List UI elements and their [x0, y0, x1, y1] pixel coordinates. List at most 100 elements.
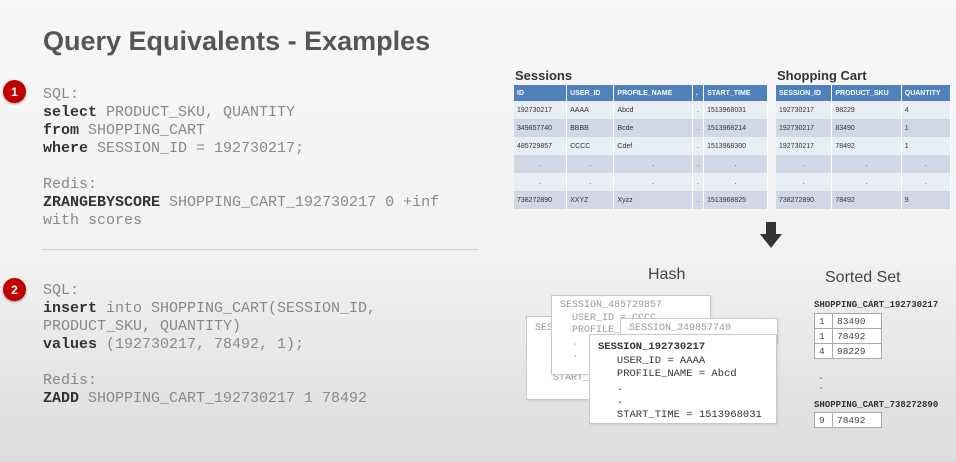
hash-key: SESSION_485729857 — [560, 300, 663, 311]
sql-text: PRODUCT_SKU, QUANTITY) — [43, 318, 242, 335]
table-cell: . — [613, 173, 693, 191]
table-cell: . — [831, 173, 902, 191]
sql-text: PRODUCT_SKU, QUANTITY — [97, 104, 296, 121]
table-cell: . — [692, 137, 705, 155]
sorted-set-table-2: 9 78492 — [814, 412, 882, 428]
column-header: USER_ID — [566, 85, 615, 101]
example-2-badge: 2 — [3, 278, 26, 301]
column-header: PRODUCT_SKU — [831, 85, 902, 101]
table-row: 738272890 78492 9 — [776, 191, 952, 209]
section-divider — [42, 249, 478, 250]
table-cell: . — [692, 101, 705, 119]
table-cell: . — [901, 155, 952, 173]
hash-field: . — [572, 350, 579, 361]
sql-text: SHOPPING_CART — [79, 122, 206, 139]
table-cell: Xyzz — [613, 191, 693, 209]
sorted-set-key-1: SHOPPING_CART_192730217 — [814, 300, 939, 310]
table-cell: . — [703, 155, 768, 173]
table-cell: . — [692, 155, 705, 173]
table-row: 192730217 78492 1 — [776, 137, 952, 155]
table-cell: . — [514, 173, 568, 191]
table-cell: 738272890 — [514, 191, 568, 209]
table-cell: 83490 — [831, 119, 902, 137]
sorted-set-table-1: 1 83490 1 78492 4 98229 — [814, 313, 882, 359]
table-row: 192730217 98229 4 — [776, 101, 952, 119]
member-cell: 83490 — [832, 313, 882, 329]
member-cell: 78492 — [832, 328, 882, 344]
table-row: ... — [776, 155, 952, 173]
redis-label: Redis: — [43, 372, 98, 389]
column-header: . — [692, 85, 705, 101]
sessions-title: Sessions — [515, 68, 573, 83]
redis-text: SHOPPING_CART_192730217 1 78492 — [79, 390, 368, 407]
sql-keyword: from — [43, 122, 80, 139]
table-cell: . — [692, 119, 705, 137]
table-cell: 1513968300 — [703, 137, 768, 155]
table-cell: . — [692, 173, 705, 191]
table-cell: 485729857 — [514, 137, 568, 155]
score-cell: 4 — [814, 343, 833, 359]
sql-keyword: values — [43, 336, 98, 353]
example-1-badge: 1 — [3, 80, 26, 103]
table-row: 192730217 AAAA Abcd. 1513968031 — [514, 101, 768, 119]
arrow-down-icon — [760, 222, 782, 248]
table-cell: 1 — [901, 119, 952, 137]
table-row: 192730217 83490 1 — [776, 119, 952, 137]
sql-text: (192730217, 78492, 1); — [97, 336, 305, 353]
hash-field: PROFILE_NAME = Abcd — [616, 368, 737, 380]
example-1-code: SQL: select PRODUCT_SKU, QUANTITY from S… — [43, 86, 439, 230]
table-cell: . — [703, 173, 768, 191]
redis-keyword: ZADD — [43, 390, 80, 407]
column-header: ID — [514, 85, 568, 101]
sql-label: SQL: — [43, 282, 80, 299]
table-row: ... — [776, 173, 952, 191]
hash-key: SESSION_192730217 — [598, 341, 706, 353]
shopping-cart-table: SESSION_ID PRODUCT_SKU QUANTITY 192730217 9… — [776, 85, 952, 209]
table-cell: . — [776, 155, 833, 173]
redis-text: with scores — [43, 212, 143, 229]
member-cell: 98229 — [832, 343, 882, 359]
column-header: PROFILE_NAME — [613, 85, 693, 101]
table-row: ..... — [514, 173, 768, 191]
table-cell: . — [566, 155, 615, 173]
sql-text: into SHOPPING_CART(SESSION_ID, — [97, 300, 377, 317]
table-cell: 4 — [901, 101, 952, 119]
column-header: SESSION_ID — [776, 85, 833, 101]
score-cell: 9 — [814, 412, 833, 428]
example-2-code: SQL: insert into SHOPPING_CART(SESSION_I… — [43, 282, 376, 408]
sql-label: SQL: — [43, 86, 80, 103]
table-cell: 1513968031 — [703, 101, 768, 119]
score-cell: 1 — [814, 328, 833, 344]
table-cell: . — [901, 173, 952, 191]
table-cell: 78492 — [831, 191, 902, 209]
hash-label: Hash — [648, 266, 686, 283]
sorted-set-entry: 1 83490 — [814, 313, 882, 329]
sql-keyword: where — [43, 140, 89, 157]
table-cell: 1513968214 — [703, 119, 768, 137]
table-cell: 192730217 — [776, 119, 833, 137]
table-cell: . — [566, 173, 615, 191]
sorted-set-label: Sorted Set — [825, 269, 901, 286]
table-cell: XXYZ — [566, 191, 615, 209]
table-cell: 1513968825 — [703, 191, 768, 209]
table-cell: Cdef — [613, 137, 693, 155]
hash-key: SESSION_349857740 — [629, 323, 732, 334]
redis-keyword: ZRANGEBYSCORE — [43, 194, 161, 211]
table-row: 485729857 CCCC Cdef. 1513968300 — [514, 137, 768, 155]
sorted-set-key-2: SHOPPING_CART_738272890 — [814, 400, 939, 410]
table-cell: 738272890 — [776, 191, 833, 209]
table-cell: . — [514, 155, 568, 173]
table-cell: 192730217 — [776, 101, 833, 119]
table-cell: . — [613, 155, 693, 173]
sorted-set-dots: . . — [818, 372, 825, 393]
member-cell: 78492 — [832, 412, 882, 428]
table-cell: . — [831, 155, 902, 173]
table-cell: CCCC — [566, 137, 615, 155]
table-cell: AAAA — [566, 101, 615, 119]
table-cell: Abcd — [613, 101, 693, 119]
table-row: 349857740 BBBB Bcde. 1513968214 — [514, 119, 768, 137]
redis-text: SHOPPING_CART_192730217 0 +inf — [160, 194, 440, 211]
sql-keyword: insert — [43, 300, 98, 317]
column-header: QUANTITY — [901, 85, 952, 101]
table-cell: 192730217 — [514, 101, 568, 119]
